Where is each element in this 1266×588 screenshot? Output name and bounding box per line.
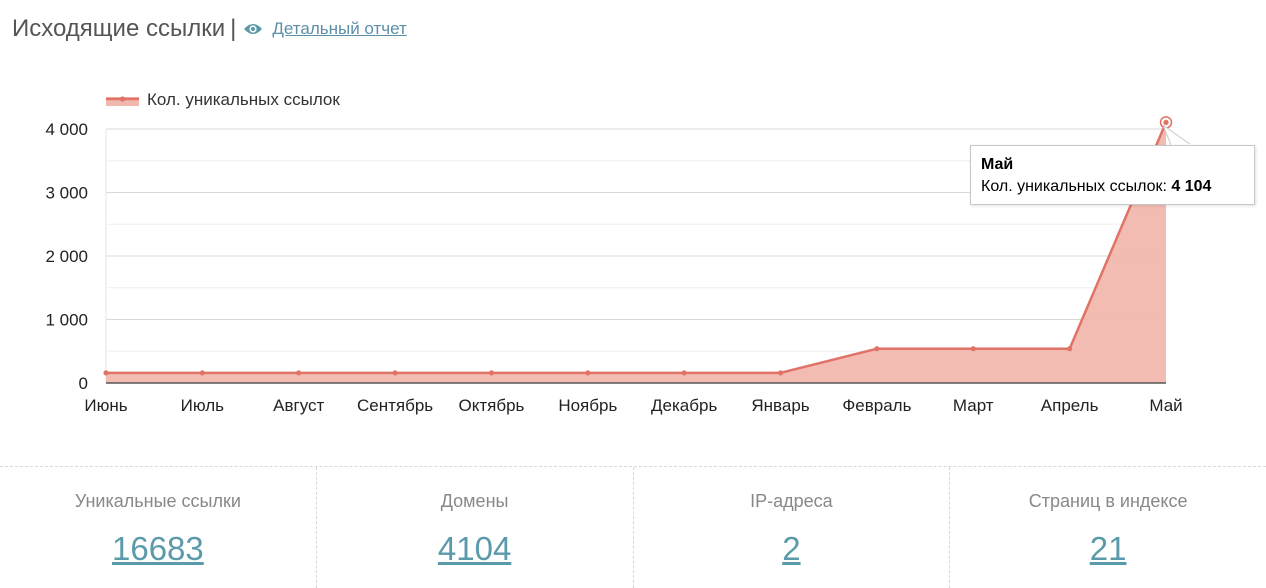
data-point xyxy=(681,370,687,376)
x-tick-label: Июнь xyxy=(84,396,127,415)
stat-domains: Домены 4104 xyxy=(317,467,634,588)
data-point xyxy=(103,370,109,376)
stats-panel: Уникальные ссылки 16683 Домены 4104 IP-а… xyxy=(0,466,1266,588)
tooltip-row: Кол. уникальных ссылок: 4 104 xyxy=(981,176,1244,198)
stat-ip-addresses: IP-адреса 2 xyxy=(634,467,951,588)
x-tick-label: Апрель xyxy=(1041,396,1099,415)
page-title: Исходящие ссылки xyxy=(12,15,226,42)
x-tick-label: Ноябрь xyxy=(558,396,617,415)
data-point xyxy=(777,370,784,376)
x-tick-label: Июль xyxy=(181,396,225,415)
outgoing-links-chart: 0 1 000 2 000 3 000 4 000 Июнь Июль Август Сентя… xyxy=(45,90,1182,415)
stat-label: Уникальные ссылки xyxy=(74,491,241,511)
y-tick-label: 4 000 xyxy=(45,120,88,139)
data-point xyxy=(585,370,591,376)
y-tick-label: 0 xyxy=(79,374,88,393)
data-point xyxy=(199,370,205,376)
chart-tooltip: Май Кол. уникальных ссылок: 4 104 xyxy=(970,145,1255,205)
title-separator: | xyxy=(230,15,237,42)
stat-value-link[interactable]: 21 xyxy=(1090,530,1127,568)
data-point xyxy=(488,370,495,376)
x-tick-label: Сентябрь xyxy=(357,396,433,415)
x-tick-label: Октябрь xyxy=(459,396,525,415)
legend-marker xyxy=(119,96,126,102)
detailed-report-link[interactable]: Детальный отчет xyxy=(272,19,406,39)
stat-label: Домены xyxy=(440,491,509,511)
stat-unique-links: Уникальные ссылки 16683 xyxy=(0,467,317,588)
x-tick-label: Декабрь xyxy=(651,396,717,415)
x-tick-label: Январь xyxy=(751,396,809,415)
stat-label: IP-адреса xyxy=(750,491,833,511)
page-header: Исходящие ссылки | Детальный отчет xyxy=(12,12,407,46)
legend-label: Кол. уникальных ссылок xyxy=(147,90,340,109)
y-tick-label: 3 000 xyxy=(45,184,88,203)
x-tick-label: Май xyxy=(1149,396,1182,415)
stat-label: Страниц в индексе xyxy=(1028,491,1188,511)
x-tick-label: Август xyxy=(273,396,324,415)
tooltip-value: 4 104 xyxy=(1171,178,1212,195)
data-point xyxy=(1067,346,1073,352)
stat-value-link[interactable]: 16683 xyxy=(112,530,204,568)
tooltip-pointer xyxy=(1163,125,1193,146)
data-point xyxy=(874,346,880,352)
y-tick-label: 2 000 xyxy=(45,247,88,266)
eye-icon[interactable] xyxy=(243,22,263,36)
data-point xyxy=(392,370,398,376)
y-tick-label: 1 000 xyxy=(45,311,88,330)
x-tick-label: Февраль xyxy=(842,396,911,415)
x-tick-label: Март xyxy=(953,396,994,415)
tooltip-title: Май xyxy=(981,156,1014,173)
stat-value-link[interactable]: 4104 xyxy=(438,530,511,568)
stat-indexed-pages: Страниц в индексе 21 xyxy=(950,467,1266,588)
tooltip-label: Кол. уникальных ссылок: xyxy=(981,178,1167,195)
data-point xyxy=(970,346,976,352)
stat-value-link[interactable]: 2 xyxy=(782,530,800,568)
data-point xyxy=(296,370,302,376)
